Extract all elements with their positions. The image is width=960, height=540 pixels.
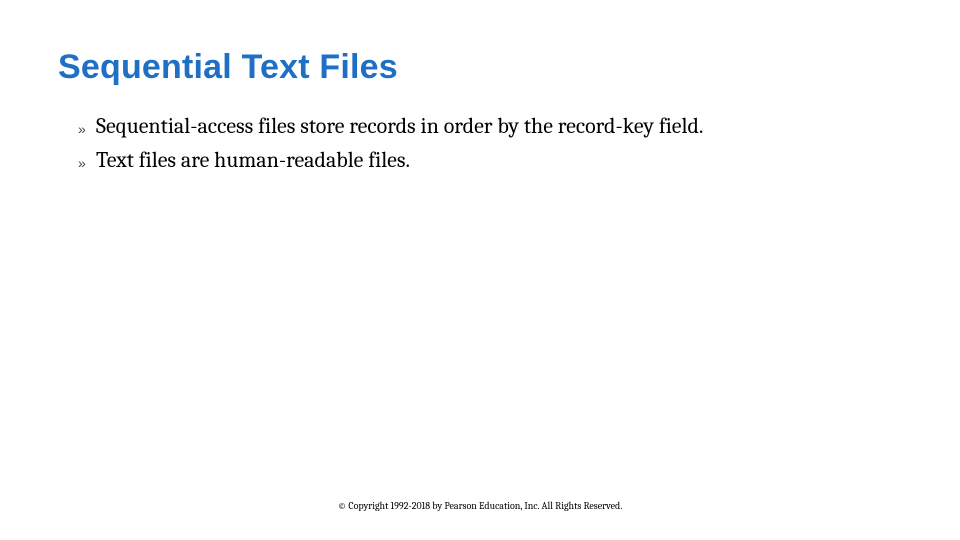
slide: Sequential Text Files » Sequential-acces… xyxy=(0,0,960,540)
bullet-icon: » xyxy=(78,154,96,173)
bullet-icon: » xyxy=(78,120,96,139)
copyright-footer: © Copyright 1992-2018 by Pearson Educati… xyxy=(0,500,960,512)
bullet-text: Text files are human-readable files. xyxy=(96,146,410,176)
bullet-list: » Sequential-access files store records … xyxy=(78,112,900,179)
bullet-text: Sequential-access files store records in… xyxy=(96,112,703,142)
list-item: » Sequential-access files store records … xyxy=(78,112,900,142)
list-item: » Text files are human-readable files. xyxy=(78,146,900,176)
slide-title: Sequential Text Files xyxy=(58,48,398,87)
